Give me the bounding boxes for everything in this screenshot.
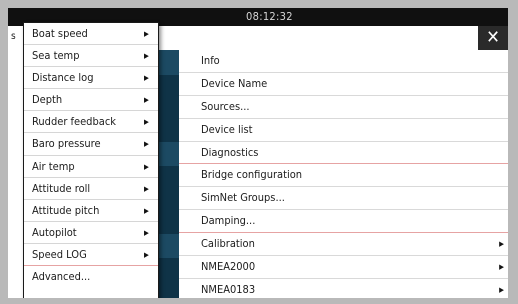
submenu-item-label: Air temp (32, 159, 75, 173)
chevron-right-icon: ▶ (144, 184, 149, 193)
submenu-item-attitude-roll[interactable]: Attitude roll ▶ (24, 178, 158, 200)
device-menu: Info Device Name Sources... Device list … (179, 50, 508, 298)
submenu-item-boat-speed[interactable]: Boat speed ▶ (24, 23, 158, 46)
submenu-item-label: Distance log (32, 71, 94, 85)
menu-item-label: Diagnostics (201, 145, 259, 159)
submenu-item-depth[interactable]: Depth ▶ (24, 89, 158, 112)
chevron-right-icon: ▶ (144, 118, 149, 127)
chevron-right-icon: ▶ (144, 162, 149, 171)
menu-item-label: NMEA2000 (201, 260, 256, 274)
status-bar-clock: 08:12:32 (246, 10, 293, 23)
submenu-item-rudder-feedback[interactable]: Rudder feedback ▶ (24, 111, 158, 134)
submenu-item-label: Advanced... (32, 270, 91, 284)
menu-item-label: NMEA0183 (201, 282, 256, 296)
calibration-submenu: Boat speed ▶ Sea temp ▶ Distance log ▶ D… (23, 22, 159, 298)
settings-screen: 08:12:32 s ✕ Info Device Name Sources...… (8, 8, 508, 298)
submenu-item-label: Attitude roll (32, 181, 91, 195)
menu-item-label: Calibration (201, 237, 255, 251)
chevron-right-icon: ▶ (144, 228, 149, 237)
menu-item-label: Info (201, 54, 220, 67)
menu-item-nmea2000[interactable]: NMEA2000 ▶ (179, 256, 508, 279)
menu-item-info[interactable]: Info (179, 50, 508, 73)
chevron-right-icon: ▶ (499, 285, 504, 294)
menu-item-calibration[interactable]: Calibration ▶ (179, 233, 508, 257)
close-icon: ✕ (486, 27, 500, 48)
chevron-right-icon: ▶ (499, 240, 504, 249)
submenu-item-attitude-pitch[interactable]: Attitude pitch ▶ (24, 200, 158, 222)
chevron-right-icon: ▶ (144, 52, 149, 61)
menu-item-label: Device Name (201, 76, 268, 90)
submenu-item-label: Speed LOG (32, 247, 87, 261)
submenu-item-sea-temp[interactable]: Sea temp ▶ (24, 45, 158, 68)
submenu-item-label: Attitude pitch (32, 203, 100, 217)
menu-item-label: SimNet Groups... (201, 191, 285, 205)
submenu-item-label: Rudder feedback (32, 115, 116, 129)
close-button[interactable]: ✕ (478, 26, 508, 50)
chevron-right-icon: ▶ (144, 74, 149, 83)
menu-item-nmea0183[interactable]: NMEA0183 ▶ (179, 279, 508, 298)
chevron-right-icon: ▶ (144, 140, 149, 149)
submenu-item-label: Boat speed (32, 27, 88, 40)
submenu-item-label: Baro pressure (32, 137, 101, 151)
menu-item-simnet-groups[interactable]: SimNet Groups... (179, 187, 508, 211)
submenu-item-label: Sea temp (32, 49, 80, 63)
menu-item-label: Device list (201, 122, 253, 136)
chevron-right-icon: ▶ (499, 263, 504, 272)
menu-item-device-list[interactable]: Device list (179, 119, 508, 142)
submenu-item-label: Autopilot (32, 225, 77, 239)
chevron-right-icon: ▶ (144, 250, 149, 259)
submenu-item-autopilot[interactable]: Autopilot ▶ (24, 222, 158, 244)
menu-item-label: Damping... (201, 214, 256, 228)
menu-item-label: Bridge configuration (201, 168, 303, 182)
chevron-right-icon: ▶ (144, 96, 149, 105)
menu-item-device-name[interactable]: Device Name (179, 73, 508, 96)
header-title-fragment: s (11, 31, 16, 42)
menu-item-diagnostics[interactable]: Diagnostics (179, 142, 508, 165)
menu-item-sources[interactable]: Sources... (179, 96, 508, 119)
submenu-item-distance-log[interactable]: Distance log ▶ (24, 67, 158, 90)
menu-item-label: Sources... (201, 99, 250, 113)
chevron-right-icon: ▶ (144, 30, 149, 38)
submenu-item-advanced[interactable]: Advanced... (24, 266, 158, 288)
submenu-item-label: Depth (32, 93, 63, 107)
submenu-item-baro-pressure[interactable]: Baro pressure ▶ (24, 133, 158, 156)
menu-item-damping[interactable]: Damping... (179, 210, 508, 234)
menu-item-bridge-configuration[interactable]: Bridge configuration (179, 164, 508, 188)
submenu-item-air-temp[interactable]: Air temp ▶ (24, 156, 158, 178)
submenu-item-speed-log[interactable]: Speed LOG ▶ (24, 244, 158, 267)
chevron-right-icon: ▶ (144, 206, 149, 215)
